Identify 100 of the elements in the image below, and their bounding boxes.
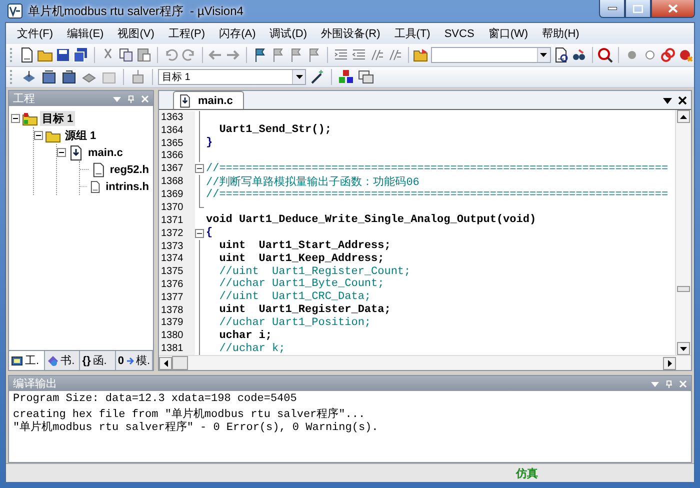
line-number: 1363 bbox=[159, 111, 195, 124]
redo-icon bbox=[180, 47, 197, 63]
tree-item[interactable]: main.c bbox=[86, 146, 125, 158]
scroll-thumb[interactable] bbox=[172, 356, 188, 370]
file-icon bbox=[178, 94, 192, 108]
code-line: uint Uart1_Register_Data; bbox=[218, 304, 391, 316]
tree-item[interactable]: reg52.h bbox=[108, 164, 151, 176]
menu-item[interactable]: 闪存(A) bbox=[212, 26, 263, 41]
menu-item[interactable]: 调试(D) bbox=[262, 26, 314, 41]
pin-icon bbox=[127, 94, 135, 102]
code-comment: //uint Uart1_CRC_Data; bbox=[218, 291, 372, 304]
panel-tab[interactable]: 书. bbox=[44, 351, 80, 370]
fold-collapse-icon[interactable] bbox=[195, 228, 204, 238]
output-line: "单片机modbus rtu salver程序" - 0 Error(s), 0 Warning(s). bbox=[13, 420, 380, 432]
window-icon bbox=[11, 354, 23, 366]
open-folder-icon bbox=[413, 47, 430, 63]
left-arrow-icon[interactable] bbox=[164, 360, 168, 366]
panel-title: 编译输出 bbox=[13, 377, 58, 391]
magic-wand-icon bbox=[309, 69, 325, 85]
books-icon bbox=[46, 354, 59, 366]
line-number: 1365 bbox=[159, 136, 195, 150]
file-icon bbox=[90, 162, 106, 178]
line-number: 1380 bbox=[159, 329, 195, 342]
up-arrow-icon[interactable] bbox=[680, 114, 687, 118]
magnifier-icon bbox=[597, 47, 614, 63]
fold-collapse-icon[interactable] bbox=[195, 164, 204, 174]
arrow-icon bbox=[126, 354, 134, 366]
down-arrow-icon[interactable] bbox=[680, 346, 687, 350]
code-comment: //uchar Uart1_Position; bbox=[218, 316, 372, 329]
menu-item[interactable]: 窗口(W) bbox=[481, 26, 536, 41]
status-text: 仿真 bbox=[516, 466, 538, 480]
line-number: 1366 bbox=[159, 149, 195, 162]
scroll-thumb[interactable] bbox=[677, 286, 690, 292]
file-icon bbox=[89, 178, 102, 194]
line-number: 1377 bbox=[159, 290, 195, 304]
line-number: 1375 bbox=[159, 265, 195, 278]
menu-item[interactable]: SVCS bbox=[437, 28, 482, 40]
menu-item[interactable]: 帮助(H) bbox=[535, 26, 586, 41]
menu-item[interactable]: 外围设备(R) bbox=[314, 26, 388, 41]
code-comment: //uint Uart1_Register_Count; bbox=[218, 266, 411, 278]
menu-item[interactable]: 编辑(E) bbox=[60, 26, 111, 41]
code-line: Uart1_Send_Str(); bbox=[218, 124, 332, 136]
code-comment: //判断写单路模拟量输出子函数：功能码06 bbox=[205, 174, 420, 190]
caret-icon bbox=[296, 75, 302, 79]
minimize-icon bbox=[608, 7, 616, 10]
file-icon bbox=[68, 144, 84, 160]
code-line: uchar i; bbox=[218, 330, 272, 342]
menu-item[interactable]: 文件(F) bbox=[10, 26, 60, 41]
panel-tab[interactable]: {} 函. bbox=[80, 351, 116, 370]
menu-item[interactable]: 视图(V) bbox=[110, 26, 162, 41]
rings-icon bbox=[660, 47, 676, 63]
save-all-icon bbox=[73, 47, 90, 63]
window-title: 单片机modbus rtu salver程序 - µVision4 bbox=[28, 2, 244, 20]
horizontal-scrollbar[interactable] bbox=[159, 355, 691, 370]
code-line: uint Uart1_Start_Address; bbox=[218, 240, 391, 252]
dropdown-icon bbox=[663, 96, 672, 104]
line-number: 1373 bbox=[159, 240, 195, 252]
dot-cross-icon bbox=[678, 47, 694, 63]
line-number: 1379 bbox=[159, 316, 195, 330]
line-number: 1364 bbox=[159, 124, 195, 137]
dropdown-icon bbox=[651, 380, 659, 388]
code-line: void Uart1_Deduce_Write_Single_Analog_Output(void) bbox=[205, 214, 536, 226]
code-line: } bbox=[205, 137, 213, 150]
find-combo-field[interactable] bbox=[431, 47, 551, 63]
close-button[interactable] bbox=[651, 0, 695, 18]
close-icon bbox=[668, 4, 678, 13]
target-folder-icon bbox=[22, 110, 38, 126]
minimize-button[interactable] bbox=[599, 0, 625, 18]
file-tab[interactable]: main.c bbox=[173, 91, 244, 109]
panel-tab[interactable]: 0 模. bbox=[116, 351, 154, 370]
collapse-icon[interactable] bbox=[11, 114, 20, 123]
close-icon bbox=[678, 96, 687, 104]
line-number: 1370 bbox=[159, 201, 195, 214]
maximize-button[interactable] bbox=[625, 0, 651, 18]
save-icon bbox=[55, 47, 72, 63]
windows-icon bbox=[358, 69, 374, 85]
panel-tab[interactable]: 工. bbox=[9, 351, 45, 370]
right-arrow-icon[interactable] bbox=[668, 360, 672, 366]
collapse-icon[interactable] bbox=[34, 131, 43, 140]
output-line: creating hex file from "单片机modbus rtu salver程序"... bbox=[13, 406, 366, 419]
collapse-icon[interactable] bbox=[57, 148, 66, 157]
line-number: 1369 bbox=[159, 188, 195, 202]
menu-item[interactable]: 工程(P) bbox=[161, 26, 212, 41]
tree-item[interactable]: intrins.h bbox=[104, 180, 151, 192]
document-search-icon bbox=[552, 47, 569, 63]
new-file-icon bbox=[19, 47, 36, 63]
tree-item[interactable]: 源组 1 bbox=[63, 128, 98, 143]
dropdown-icon bbox=[113, 94, 121, 102]
menu-item[interactable]: 工具(T) bbox=[387, 26, 438, 41]
app-icon bbox=[7, 3, 23, 19]
line-number: 1381 bbox=[159, 342, 195, 355]
copy-icon bbox=[118, 47, 134, 63]
line-number: 1376 bbox=[159, 278, 195, 291]
code-comment: //==================================================================== bbox=[205, 188, 668, 201]
vertical-scrollbar[interactable] bbox=[675, 110, 691, 355]
line-number: 1374 bbox=[159, 252, 195, 266]
code-comment: //uchar Uart1_Byte_Count; bbox=[218, 278, 384, 290]
line-number: 1378 bbox=[159, 304, 195, 316]
target-select[interactable]: 目标 1 bbox=[158, 69, 306, 85]
tree-item[interactable]: 目标 1 bbox=[40, 111, 76, 126]
